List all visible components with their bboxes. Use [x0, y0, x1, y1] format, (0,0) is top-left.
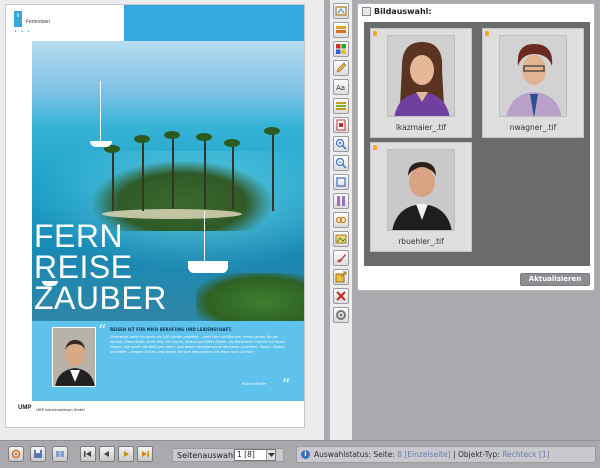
section-dots: • • • [14, 29, 32, 35]
svg-text:Aa: Aa [336, 84, 345, 92]
zoom-in-icon[interactable] [333, 136, 349, 152]
article-lead: REISEN IST FÜR MICH BERUFUNG UND LEIDENS… [110, 327, 232, 332]
status-flag-icon [485, 31, 489, 36]
selection-status-text: Auswahlstatus: Seite: 8 [Einzelseite] | … [314, 450, 550, 459]
image-icon [362, 7, 371, 16]
previous-page-button[interactable] [99, 446, 115, 462]
publisher-name: UMP Individualreisen GmbH [36, 408, 85, 412]
zoom-out-icon[interactable] [333, 155, 349, 171]
thumbnail-image [387, 149, 455, 231]
vertical-toolbar: Aa [330, 0, 352, 440]
align-icon[interactable] [333, 98, 349, 114]
thumbnail-grid: lkazmaier_.tif nwagner_.tif rbuehler_.ti… [364, 22, 590, 266]
section-number-tab: 8 [14, 11, 22, 27]
info-icon: i [301, 450, 310, 459]
pencil-icon[interactable] [333, 60, 349, 76]
end-quote-mark: ” [282, 375, 291, 394]
status-flag-icon [373, 31, 377, 36]
thumbnail-filename: lkazmaier_.tif [395, 123, 447, 132]
thumbnail-filename: nwagner_.tif [509, 123, 557, 132]
publisher-logo: UMP [18, 405, 32, 411]
first-page-button[interactable] [80, 446, 96, 462]
settings-button[interactable] [8, 446, 24, 462]
document-icon[interactable] [333, 117, 349, 133]
author-photo[interactable] [52, 327, 96, 387]
last-page-button[interactable] [137, 446, 153, 462]
settings-icon[interactable] [333, 307, 349, 323]
brush-icon[interactable] [333, 250, 349, 266]
image-thumbnail[interactable]: rbuehler_.tif [370, 142, 472, 252]
image-icon[interactable] [333, 231, 349, 247]
colors-icon[interactable] [333, 41, 349, 57]
thumbnail-image [499, 35, 567, 117]
export-icon[interactable] [333, 269, 349, 285]
image-thumbnail[interactable]: nwagner_.tif [482, 28, 584, 138]
crop-icon[interactable] [333, 174, 349, 190]
thumbnail-filename: rbuehler_.tif [398, 237, 444, 246]
columns-icon[interactable] [333, 193, 349, 209]
article-text: Unterwegs habe ich mehr als 140 Länder g… [110, 335, 285, 354]
refresh-button[interactable]: Aktualisieren [520, 273, 590, 286]
headline: FERN REISE ZAUBER [34, 218, 167, 316]
article-signature: Robert Bühler [242, 382, 267, 386]
status-flag-icon [373, 145, 377, 150]
page-canvas[interactable]: 8 • • • Fernreisen FERN REISE ZAUBER “ R… [5, 4, 305, 428]
layers-icon[interactable] [333, 22, 349, 38]
panel-header: Bildauswahl: [358, 4, 594, 19]
header-blue-band [124, 5, 304, 41]
quote-mark: “ [98, 321, 107, 340]
page-preview-pane: 8 • • • Fernreisen FERN REISE ZAUBER “ R… [0, 0, 324, 440]
book-icon[interactable] [52, 446, 68, 462]
frame-icon[interactable] [333, 3, 349, 19]
thumbnail-image [387, 35, 455, 117]
image-thumbnail[interactable]: lkazmaier_.tif [370, 28, 472, 138]
panel-title: Bildauswahl: [374, 7, 432, 16]
image-selection-panel: Bildauswahl: lkazmaier_.tif nwagner_.tif… [357, 3, 595, 291]
text-style-icon[interactable]: Aa [333, 79, 349, 95]
selection-status-bar: i Auswahlstatus: Seite: 8 [Einzelseite] … [296, 446, 596, 463]
chevron-down-icon[interactable] [266, 450, 275, 460]
link-icon[interactable] [333, 212, 349, 228]
delete-icon[interactable] [333, 288, 349, 304]
section-title: Fernreisen [26, 19, 50, 25]
next-page-button[interactable] [118, 446, 134, 462]
save-icon[interactable] [30, 446, 46, 462]
